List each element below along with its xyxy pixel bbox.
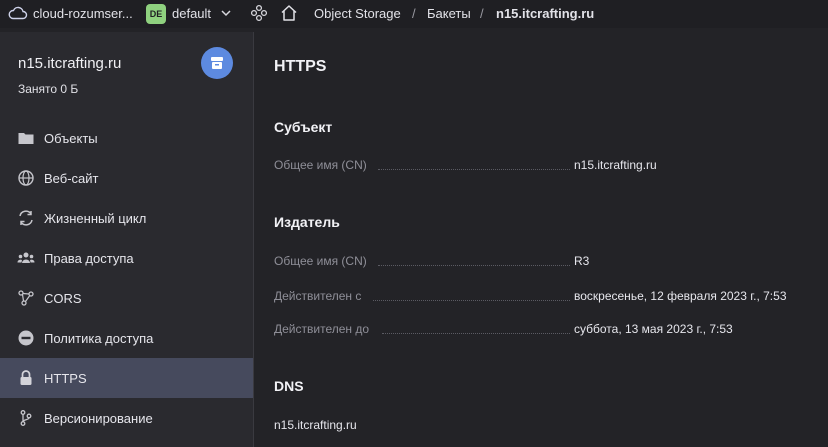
dotted-leader (378, 265, 570, 266)
breadcrumb-separator: / (480, 6, 484, 21)
valid-from-value: воскресенье, 12 февраля 2023 г., 7:53 (574, 289, 787, 303)
subject-cn-value: n15.itcrafting.ru (574, 158, 657, 172)
lock-icon (20, 370, 32, 385)
versioning-icon (20, 410, 32, 426)
cloud-selector[interactable]: cloud-rozumser... (33, 6, 133, 21)
sidebar-item-access-rights[interactable]: Права доступа (0, 238, 253, 278)
issuer-cn-value: R3 (574, 254, 590, 268)
page-title: HTTPS (274, 58, 327, 75)
breadcrumb-current-bucket: n15.itcrafting.ru (496, 6, 595, 21)
bucket-name: n15.itcrafting.ru (18, 55, 122, 72)
sidebar-item-objects[interactable]: Объекты (0, 118, 253, 158)
dns-value: n15.itcrafting.ru (274, 418, 357, 432)
main-content: HTTPS Субъект Общее имя (CN) n15.itcraft… (254, 32, 828, 447)
dotted-leader (378, 169, 570, 170)
cors-icon (18, 290, 34, 306)
cloud-icon[interactable] (8, 6, 28, 20)
sidebar-item-label: Жизненный цикл (44, 211, 147, 226)
sidebar-item-label: Права доступа (44, 251, 134, 266)
dotted-leader (382, 333, 570, 334)
folder-selector[interactable]: default (172, 6, 211, 21)
breadcrumb-separator: / (412, 6, 416, 21)
sidebar: n15.itcrafting.ru Занято 0 Б Объекты Веб… (0, 32, 253, 447)
top-bar: cloud-rozumser... DE default Object Stor… (0, 0, 828, 28)
users-icon (17, 252, 35, 263)
sidebar-item-label: Объекты (44, 131, 98, 146)
sidebar-item-https[interactable]: HTTPS (0, 358, 253, 398)
valid-to-value: суббота, 13 мая 2023 г., 7:53 (574, 322, 733, 336)
valid-to-label: Действителен до (274, 322, 370, 336)
lifecycle-icon (19, 210, 33, 226)
sidebar-item-label: Версионирование (44, 411, 153, 426)
subject-heading: Субъект (274, 119, 333, 135)
sidebar-item-lifecycle[interactable]: Жизненный цикл (0, 198, 253, 238)
issuer-heading: Издатель (274, 214, 340, 230)
issuer-cn-label: Общее имя (CN) (274, 254, 367, 268)
sidebar-item-label: HTTPS (44, 371, 87, 386)
sidebar-item-cors[interactable]: CORS (0, 278, 253, 318)
services-icon[interactable] (250, 4, 268, 22)
subject-cn-label: Общее имя (CN) (274, 158, 367, 172)
sidebar-item-access-policy[interactable]: Политика доступа (0, 318, 253, 358)
chevron-down-icon[interactable] (220, 8, 232, 18)
dns-heading: DNS (274, 378, 304, 394)
dotted-leader (373, 300, 570, 301)
folder-icon (18, 133, 34, 144)
breadcrumb-object-storage[interactable]: Object Storage (314, 6, 401, 21)
sidebar-item-website[interactable]: Веб-сайт (0, 158, 253, 198)
sidebar-item-label: CORS (44, 291, 82, 306)
policy-icon (18, 330, 34, 346)
sidebar-item-versioning[interactable]: Версионирование (0, 398, 253, 438)
sidebar-item-label: Политика доступа (44, 331, 154, 346)
breadcrumb-buckets[interactable]: Бакеты (427, 6, 471, 21)
folder-badge: DE (146, 4, 166, 24)
bucket-usage: Занято 0 Б (18, 82, 79, 96)
globe-icon (18, 170, 34, 186)
valid-from-label: Действителен с (274, 289, 362, 303)
bucket-icon (201, 47, 233, 79)
sidebar-item-label: Веб-сайт (44, 171, 99, 186)
home-icon[interactable] (279, 3, 299, 23)
